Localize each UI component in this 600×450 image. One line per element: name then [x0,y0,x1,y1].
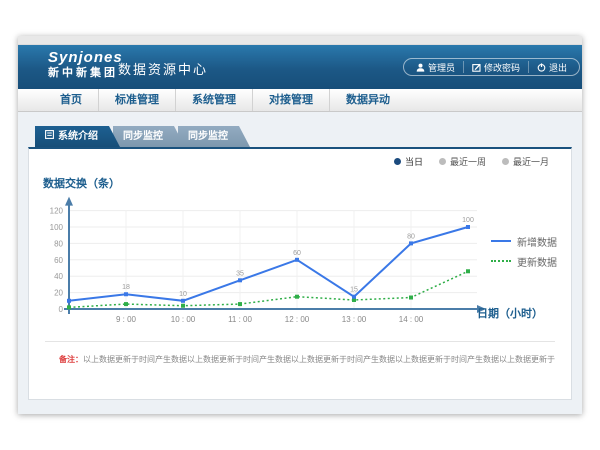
filter-today-label: 当日 [405,155,423,168]
svg-text:13 : 00: 13 : 00 [342,315,367,324]
nav-item-standard-management[interactable]: 标准管理 [98,89,175,111]
tab-bar: 系统介绍 同步监控 同步监控 [18,126,582,147]
footer-note-prefix: 备注： [59,355,83,364]
logout-button[interactable]: 退出 [528,61,575,73]
svg-text:10: 10 [179,291,187,298]
page-title: 数据资源中心 [118,59,208,78]
nav-item-data-changes[interactable]: 数据异动 [329,89,406,111]
svg-text:35: 35 [236,270,244,277]
logo-text: Synjones [48,49,123,66]
svg-text:40: 40 [54,272,63,281]
svg-text:100: 100 [50,223,64,232]
company-logo: Synjones 新中新集团 [48,49,123,80]
svg-text:0: 0 [59,305,64,314]
filter-last-month-label: 最近一月 [513,155,549,168]
main-nav: 首页 标准管理 系统管理 对接管理 数据异动 [18,89,582,112]
chart-panel: 当日 最近一周 最近一月 数据交换（条） 0204060801001209 : … [28,147,572,400]
svg-text:9 : 00: 9 : 00 [116,315,137,324]
svg-text:80: 80 [54,239,63,248]
app-window: Synjones 新中新集团 数据资源中心 管理员 修改密码 退出 首页 标准管… [18,36,582,414]
user-icon [416,63,425,72]
app-header: Synjones 新中新集团 数据资源中心 管理员 修改密码 退出 [18,45,582,89]
logout-label: 退出 [549,61,567,74]
svg-text:80: 80 [407,233,415,240]
window-top-strip [18,36,582,45]
filter-last-week-label: 最近一周 [450,155,486,168]
nav-item-system-management[interactable]: 系统管理 [175,89,252,111]
solid-line-swatch [491,240,511,242]
radio-icon [439,158,446,165]
legend-label: 新增数据 [517,234,557,249]
x-axis-title: 日期（小时） [477,305,543,321]
tab-label: 系统介绍 [58,126,98,147]
svg-text:14 : 00: 14 : 00 [399,315,424,324]
filter-last-month[interactable]: 最近一月 [502,155,549,168]
radio-icon [502,158,509,165]
legend-item-updated-data[interactable]: 更新数据 [491,251,557,271]
nav-item-home[interactable]: 首页 [44,89,98,111]
content-area: 系统介绍 同步监控 同步监控 当日 最近一周 [18,112,582,414]
svg-text:20: 20 [54,289,63,298]
logo-subtext: 新中新集团 [48,66,123,80]
tab-sync-monitor-1[interactable]: 同步监控 [113,126,185,147]
time-range-filter: 当日 最近一周 最近一月 [394,155,549,168]
legend-label: 更新数据 [517,254,557,269]
nav-item-integration-management[interactable]: 对接管理 [252,89,329,111]
change-password-button[interactable]: 修改密码 [463,61,528,73]
svg-text:100: 100 [462,217,474,224]
svg-text:10 : 00: 10 : 00 [171,315,196,324]
user-account-label: 管理员 [428,61,455,74]
footer-divider [45,341,555,342]
filter-today[interactable]: 当日 [394,155,423,168]
tab-sync-monitor-2[interactable]: 同步监控 [178,126,250,147]
user-menu: 管理员 修改密码 退出 [403,58,580,76]
filter-last-week[interactable]: 最近一周 [439,155,486,168]
svg-text:120: 120 [50,207,64,216]
svg-text:12 : 00: 12 : 00 [285,315,310,324]
edit-icon [472,63,481,72]
form-icon [45,126,54,147]
svg-text:15: 15 [350,287,358,294]
tab-label: 同步监控 [188,126,228,147]
tab-label: 同步监控 [123,126,163,147]
dotted-line-swatch [491,260,511,262]
chart-legend: 新增数据 更新数据 [491,231,557,271]
svg-text:60: 60 [293,250,301,257]
footer-note: 备注：以上数据更新于时间产生数据以上数据更新于时间产生数据以上数据更新于时间产生… [59,354,557,365]
svg-text:18: 18 [122,284,130,291]
user-account-button[interactable]: 管理员 [408,61,463,73]
change-password-label: 修改密码 [484,61,520,74]
legend-item-new-data[interactable]: 新增数据 [491,231,557,251]
tab-system-intro[interactable]: 系统介绍 [35,126,120,147]
power-icon [537,63,546,72]
radio-selected-icon [394,158,401,165]
svg-text:11 : 00: 11 : 00 [228,315,252,324]
footer-note-text: 以上数据更新于时间产生数据以上数据更新于时间产生数据以上数据更新于时间产生数据以… [83,355,555,364]
svg-text:60: 60 [54,256,63,265]
